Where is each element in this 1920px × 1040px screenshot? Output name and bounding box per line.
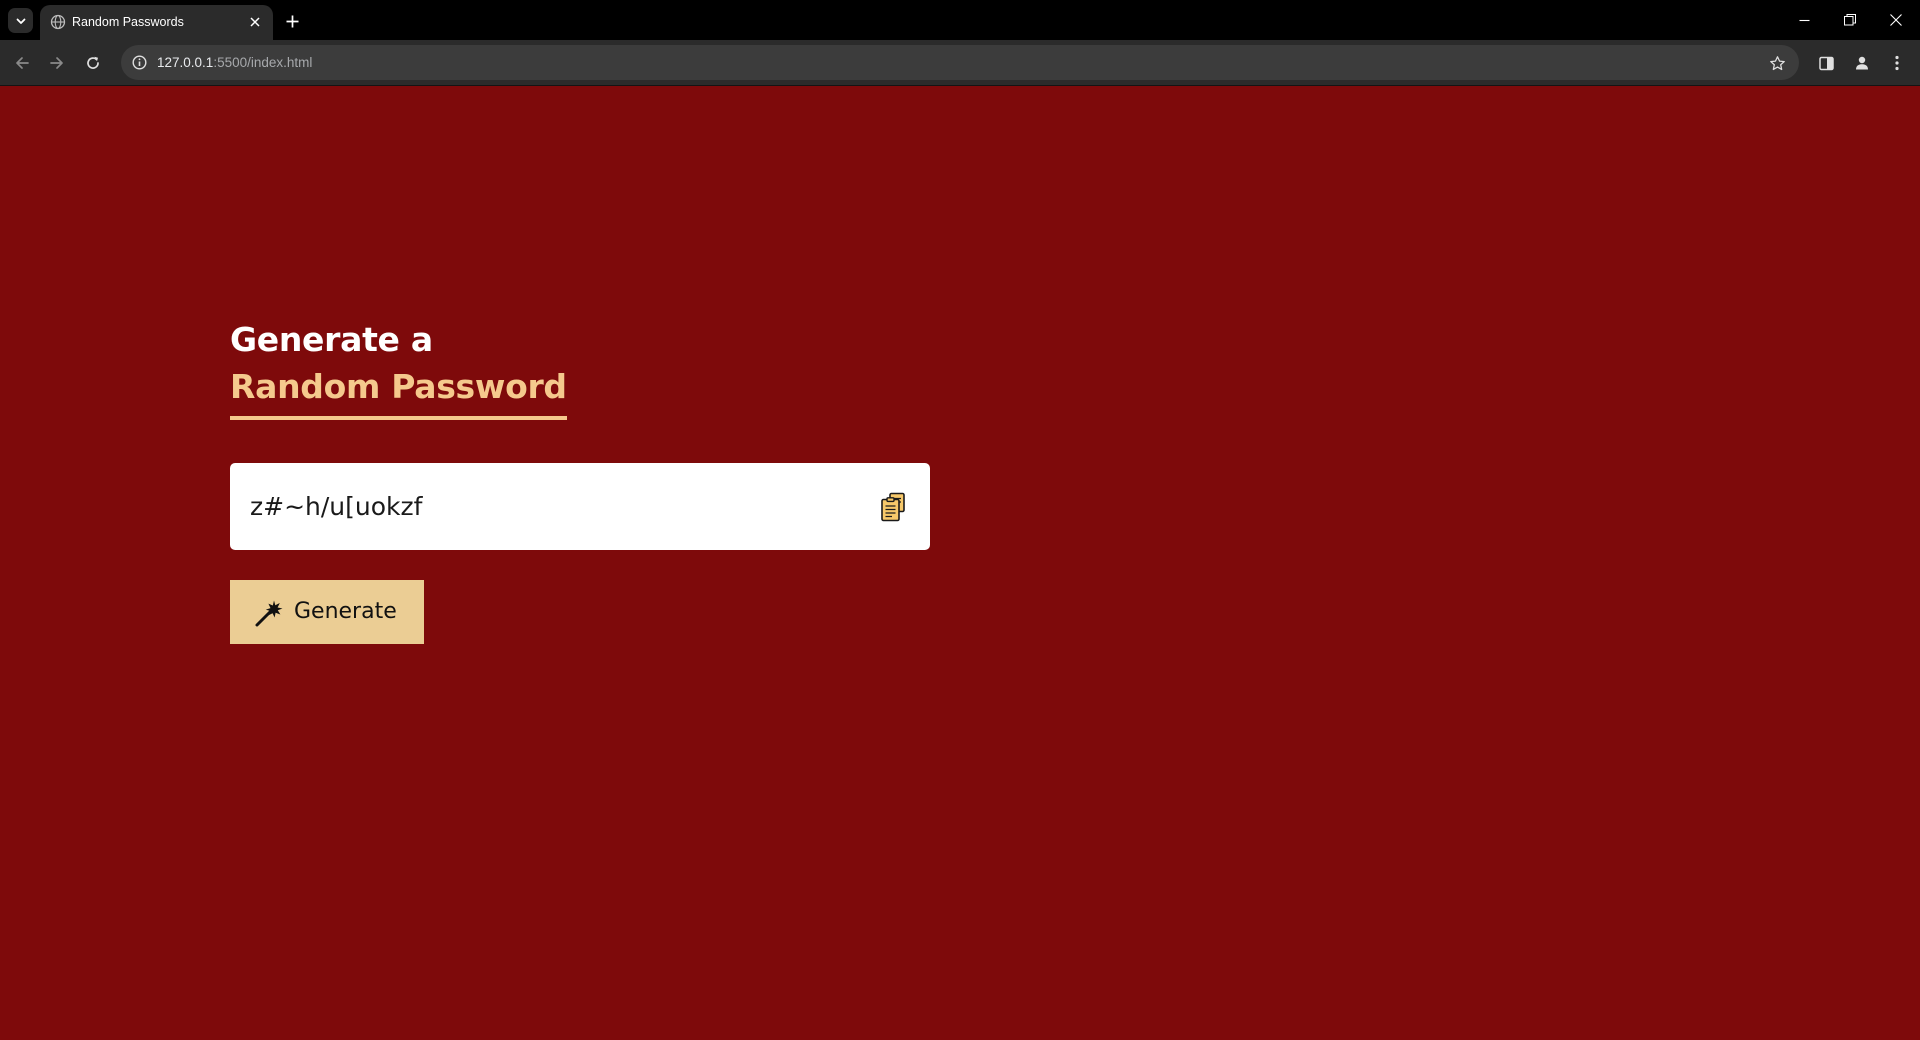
reload-icon bbox=[87, 56, 99, 69]
tab-title: Random Passwords bbox=[72, 15, 184, 29]
heading-line2: Random Password bbox=[230, 363, 567, 420]
plus-icon bbox=[286, 15, 298, 27]
profile-button[interactable] bbox=[1849, 50, 1875, 76]
globe-icon bbox=[50, 14, 66, 30]
reload-button[interactable] bbox=[80, 50, 106, 76]
person-icon bbox=[1856, 56, 1868, 70]
active-tab[interactable]: Random Passwords bbox=[40, 5, 273, 40]
restore-button[interactable] bbox=[1830, 5, 1870, 35]
chevron-down-icon bbox=[16, 18, 25, 24]
url-text[interactable]: 127.0.0.1:5500/index.html bbox=[157, 55, 312, 70]
close-icon bbox=[250, 17, 260, 27]
password-value[interactable]: z#~h/u[uokzf bbox=[250, 492, 422, 521]
bookmark-button[interactable] bbox=[1766, 52, 1788, 74]
back-button[interactable] bbox=[9, 50, 35, 76]
heading-line1: Generate a bbox=[230, 320, 433, 359]
password-generator: Generate a Random Password z#~h/u[uokzf … bbox=[230, 316, 930, 644]
browser-tab-bar: Random Passwords bbox=[0, 0, 1920, 40]
restore-icon bbox=[1844, 14, 1856, 26]
minimize-button[interactable] bbox=[1784, 5, 1824, 35]
url-path: :5500/index.html bbox=[213, 55, 313, 70]
tab-search-button[interactable] bbox=[8, 8, 33, 33]
browser-toolbar: 127.0.0.1:5500/index.html bbox=[0, 40, 1920, 86]
tab-close-button[interactable] bbox=[244, 11, 266, 33]
side-panel-button[interactable] bbox=[1813, 50, 1839, 76]
url-host: 127.0.0.1 bbox=[157, 55, 214, 70]
more-vertical-icon bbox=[1895, 55, 1899, 71]
close-icon bbox=[1890, 14, 1902, 26]
magic-wand-icon bbox=[255, 600, 283, 627]
close-window-button[interactable] bbox=[1876, 5, 1916, 35]
minimize-icon bbox=[1799, 19, 1809, 21]
side-panel-icon bbox=[1818, 56, 1834, 70]
info-icon bbox=[131, 54, 147, 70]
forward-button[interactable] bbox=[44, 50, 70, 76]
password-display[interactable]: z#~h/u[uokzf bbox=[230, 463, 930, 550]
arrow-right-icon bbox=[50, 57, 63, 69]
site-info-button[interactable] bbox=[130, 53, 148, 71]
address-bar[interactable]: 127.0.0.1:5500/index.html bbox=[121, 45, 1799, 80]
new-tab-button[interactable] bbox=[280, 9, 304, 33]
arrow-left-icon bbox=[16, 57, 29, 69]
generate-label: Generate bbox=[294, 599, 397, 624]
generate-button[interactable]: Generate bbox=[230, 580, 424, 644]
clipboard-copy-icon[interactable] bbox=[878, 491, 910, 523]
star-icon bbox=[1769, 55, 1785, 70]
browser-menu-button[interactable] bbox=[1884, 50, 1910, 76]
